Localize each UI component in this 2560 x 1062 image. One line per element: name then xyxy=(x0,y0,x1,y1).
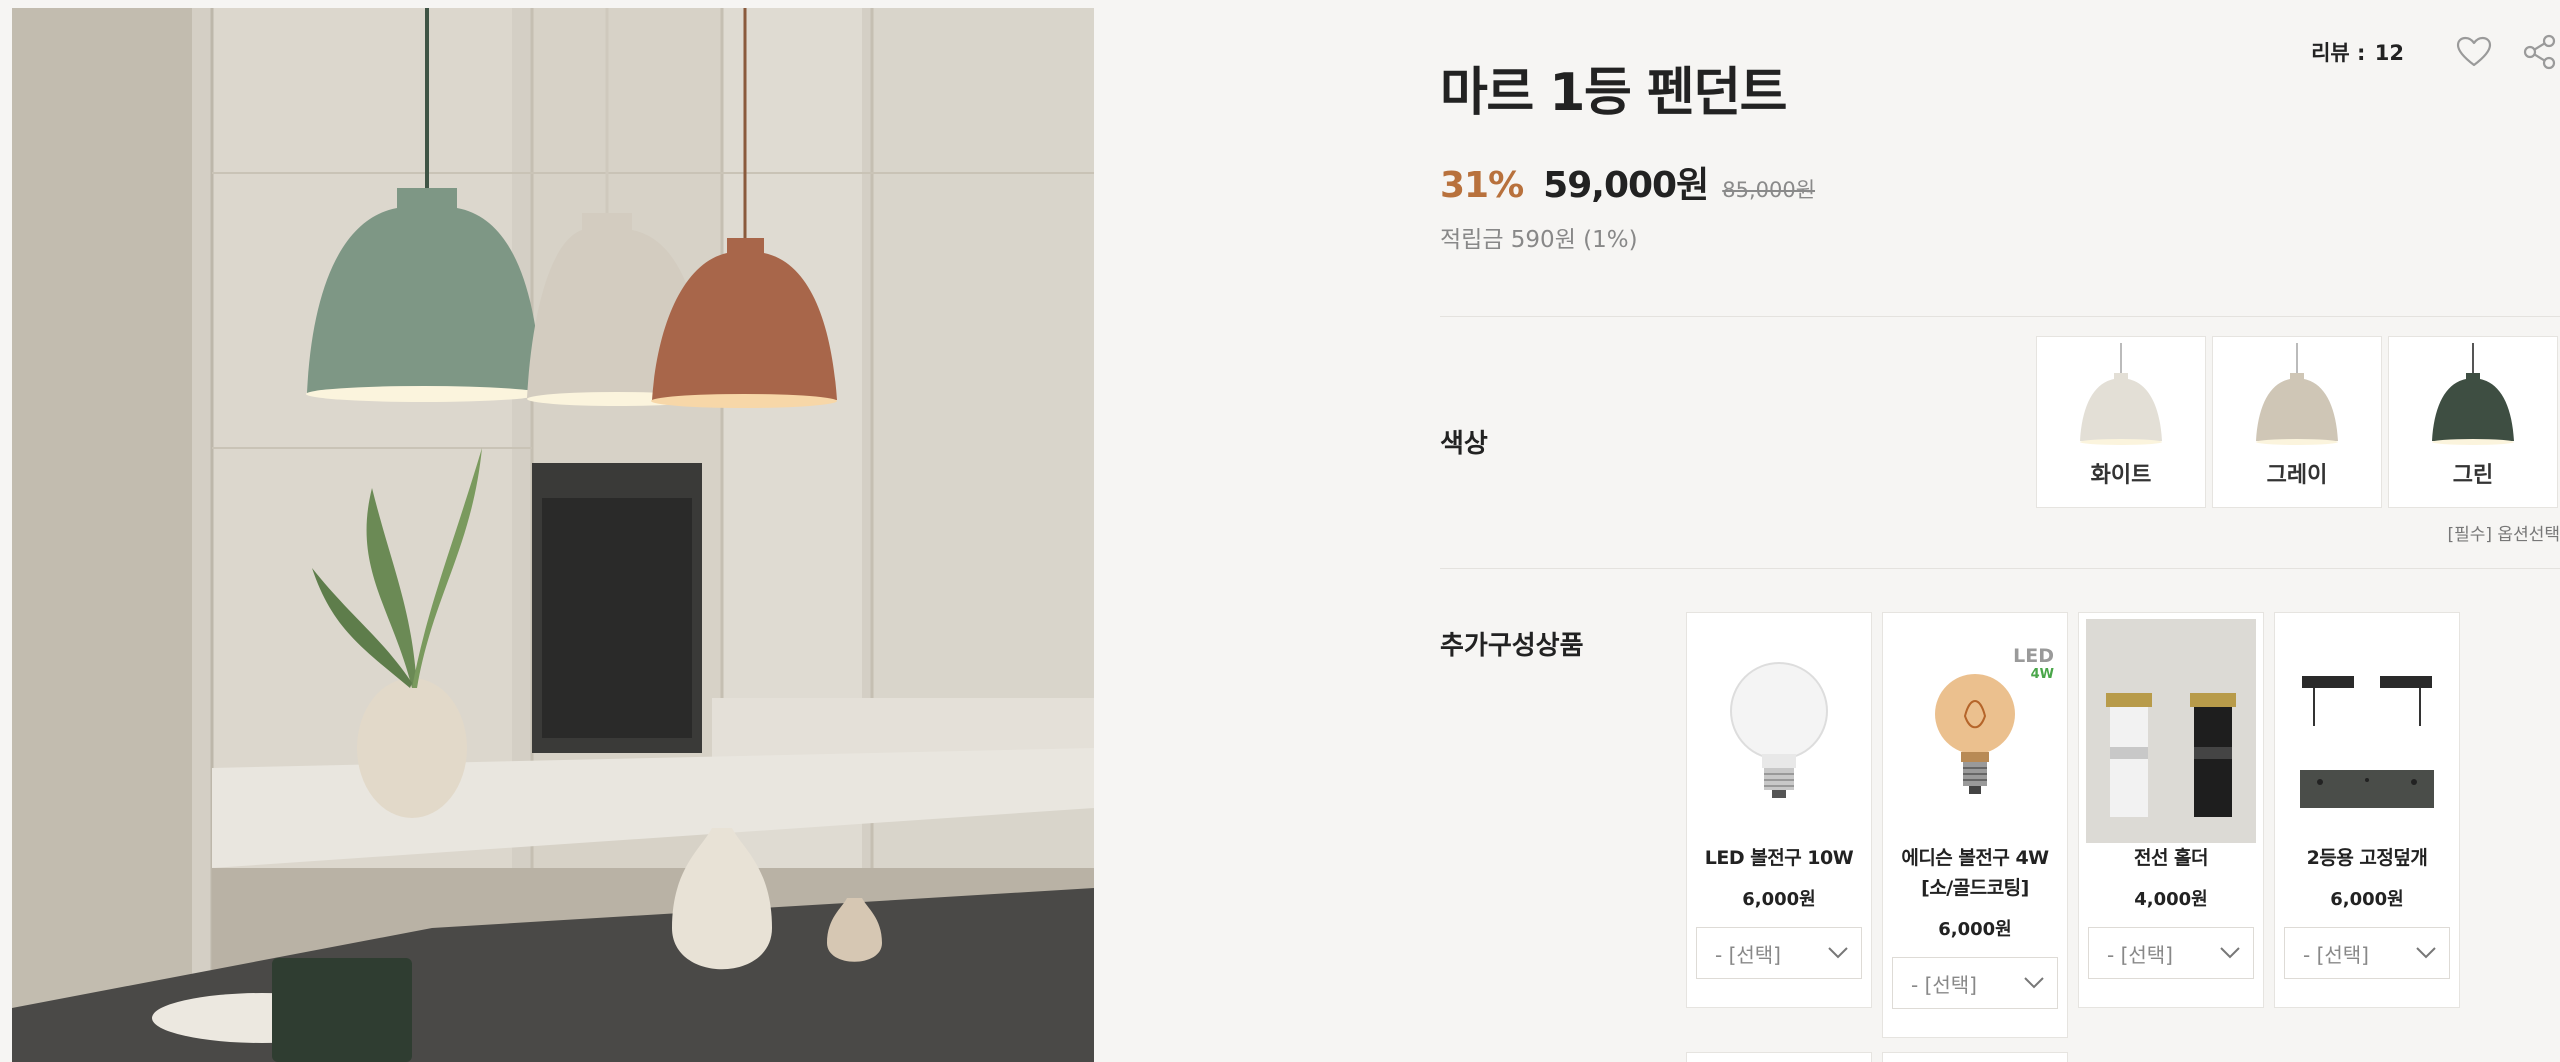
addon-select[interactable]: - [선택] xyxy=(2284,927,2450,979)
chevron-down-icon xyxy=(2220,947,2240,959)
addon-select-value: - [선택] xyxy=(2303,942,2369,967)
addon-products-label: 추가구성상품 xyxy=(1440,631,1584,661)
addon-price: 6,000원 xyxy=(1938,919,2012,940)
original-price: 85,000원 xyxy=(1722,178,1816,202)
product-details: 마르 1등 펜던트 리뷰 : 12 31% 59,000원 85,000원 적립… xyxy=(1440,0,2560,1062)
ceiling-cover-icon xyxy=(2300,676,2434,808)
pendant-green-icon xyxy=(2432,343,2514,445)
addon-name: 에디슨 볼전구 4W [소/골드코팅] xyxy=(1901,847,2049,899)
chevron-down-icon xyxy=(2024,977,2044,989)
review-count[interactable]: 리뷰 : 12 xyxy=(2311,37,2404,67)
addon-item-partial xyxy=(1882,1052,2068,1062)
led-bulb-icon xyxy=(1730,662,1828,798)
color-swatch-label: 그레이 xyxy=(2266,463,2328,488)
addon-price: 6,000원 xyxy=(1742,889,1816,910)
addon-name: LED 볼전구 10W xyxy=(1704,847,1854,869)
addon-price: 4,000원 xyxy=(2134,889,2208,910)
color-option-label: 색상 xyxy=(1440,429,1488,459)
color-swatches: 화이트 그레이 그린 xyxy=(2036,336,2558,508)
color-swatch-gray[interactable]: 그레이 xyxy=(2212,336,2382,508)
addon-thumbnail: LED 4W xyxy=(1890,619,2060,843)
addon-name: 2등용 고정덮개 xyxy=(2306,847,2428,869)
review-label: 리뷰 : xyxy=(2311,41,2373,65)
divider xyxy=(1440,316,2560,317)
addon-select-value: - [선택] xyxy=(2107,942,2173,967)
divider xyxy=(1440,568,2560,569)
led-badge: LED 4W xyxy=(2013,645,2054,682)
addon-item-ceiling-cover[interactable]: 2등용 고정덮개 6,000원 - [선택] xyxy=(2274,612,2460,1008)
share-icon xyxy=(2523,34,2556,70)
wire-holder-icon xyxy=(2086,619,2256,843)
discount-rate: 31% xyxy=(1440,165,1524,206)
color-swatch-green[interactable]: 그린 xyxy=(2388,336,2558,508)
wishlist-button[interactable] xyxy=(2454,32,2494,72)
color-swatch-white[interactable]: 화이트 xyxy=(2036,336,2206,508)
addon-thumbnail xyxy=(1694,619,1864,843)
addon-select[interactable]: - [선택] xyxy=(1892,957,2058,1009)
required-option-note: [필수] 옵션선택 xyxy=(2447,525,2560,545)
led-badge-label: LED xyxy=(2013,645,2054,667)
price-row: 31% 59,000원 85,000원 xyxy=(1440,156,1815,208)
pendant-white-icon xyxy=(2080,343,2162,445)
addon-products: LED 볼전구 10W 6,000원 - [선택] LED 4W 에디슨 볼전구… xyxy=(1686,612,2460,1038)
sale-price: 59,000원 xyxy=(1543,165,1709,206)
chevron-down-icon xyxy=(1828,947,1848,959)
addon-select[interactable]: - [선택] xyxy=(2088,927,2254,979)
addon-item-led-bulb[interactable]: LED 볼전구 10W 6,000원 - [선택] xyxy=(1686,612,1872,1008)
review-number: 12 xyxy=(2374,41,2404,65)
reward-points: 적립금 590원 (1%) xyxy=(1440,227,1638,253)
color-swatch-label: 화이트 xyxy=(2090,463,2152,488)
product-photo xyxy=(12,8,1094,1062)
chevron-down-icon xyxy=(2416,947,2436,959)
led-badge-watt: 4W xyxy=(2030,667,2054,682)
heart-icon xyxy=(2456,36,2492,67)
addon-item-edison-bulb[interactable]: LED 4W 에디슨 볼전구 4W [소/골드코팅] 6,000원 - [선택] xyxy=(1882,612,2068,1038)
addon-select-value: - [선택] xyxy=(1911,972,1977,997)
addon-item-wire-holder[interactable]: 전선 홀더 4,000원 - [선택] xyxy=(2078,612,2264,1008)
color-swatch-label: 그린 xyxy=(2452,463,2494,488)
addon-item-partial xyxy=(1686,1052,1872,1062)
addon-price: 6,000원 xyxy=(2330,889,2404,910)
addon-select-value: - [선택] xyxy=(1715,942,1781,967)
addon-name: 전선 홀더 xyxy=(2133,847,2209,869)
top-actions: 리뷰 : 12 xyxy=(2311,30,2560,74)
edison-bulb-icon xyxy=(1935,674,2015,794)
addon-thumbnail xyxy=(2282,619,2452,843)
share-button[interactable] xyxy=(2520,32,2560,72)
addon-select[interactable]: - [선택] xyxy=(1696,927,1862,979)
product-title: 마르 1등 펜던트 xyxy=(1440,63,1787,123)
pendant-gray-icon xyxy=(2256,343,2338,445)
addon-thumbnail xyxy=(2086,619,2256,843)
